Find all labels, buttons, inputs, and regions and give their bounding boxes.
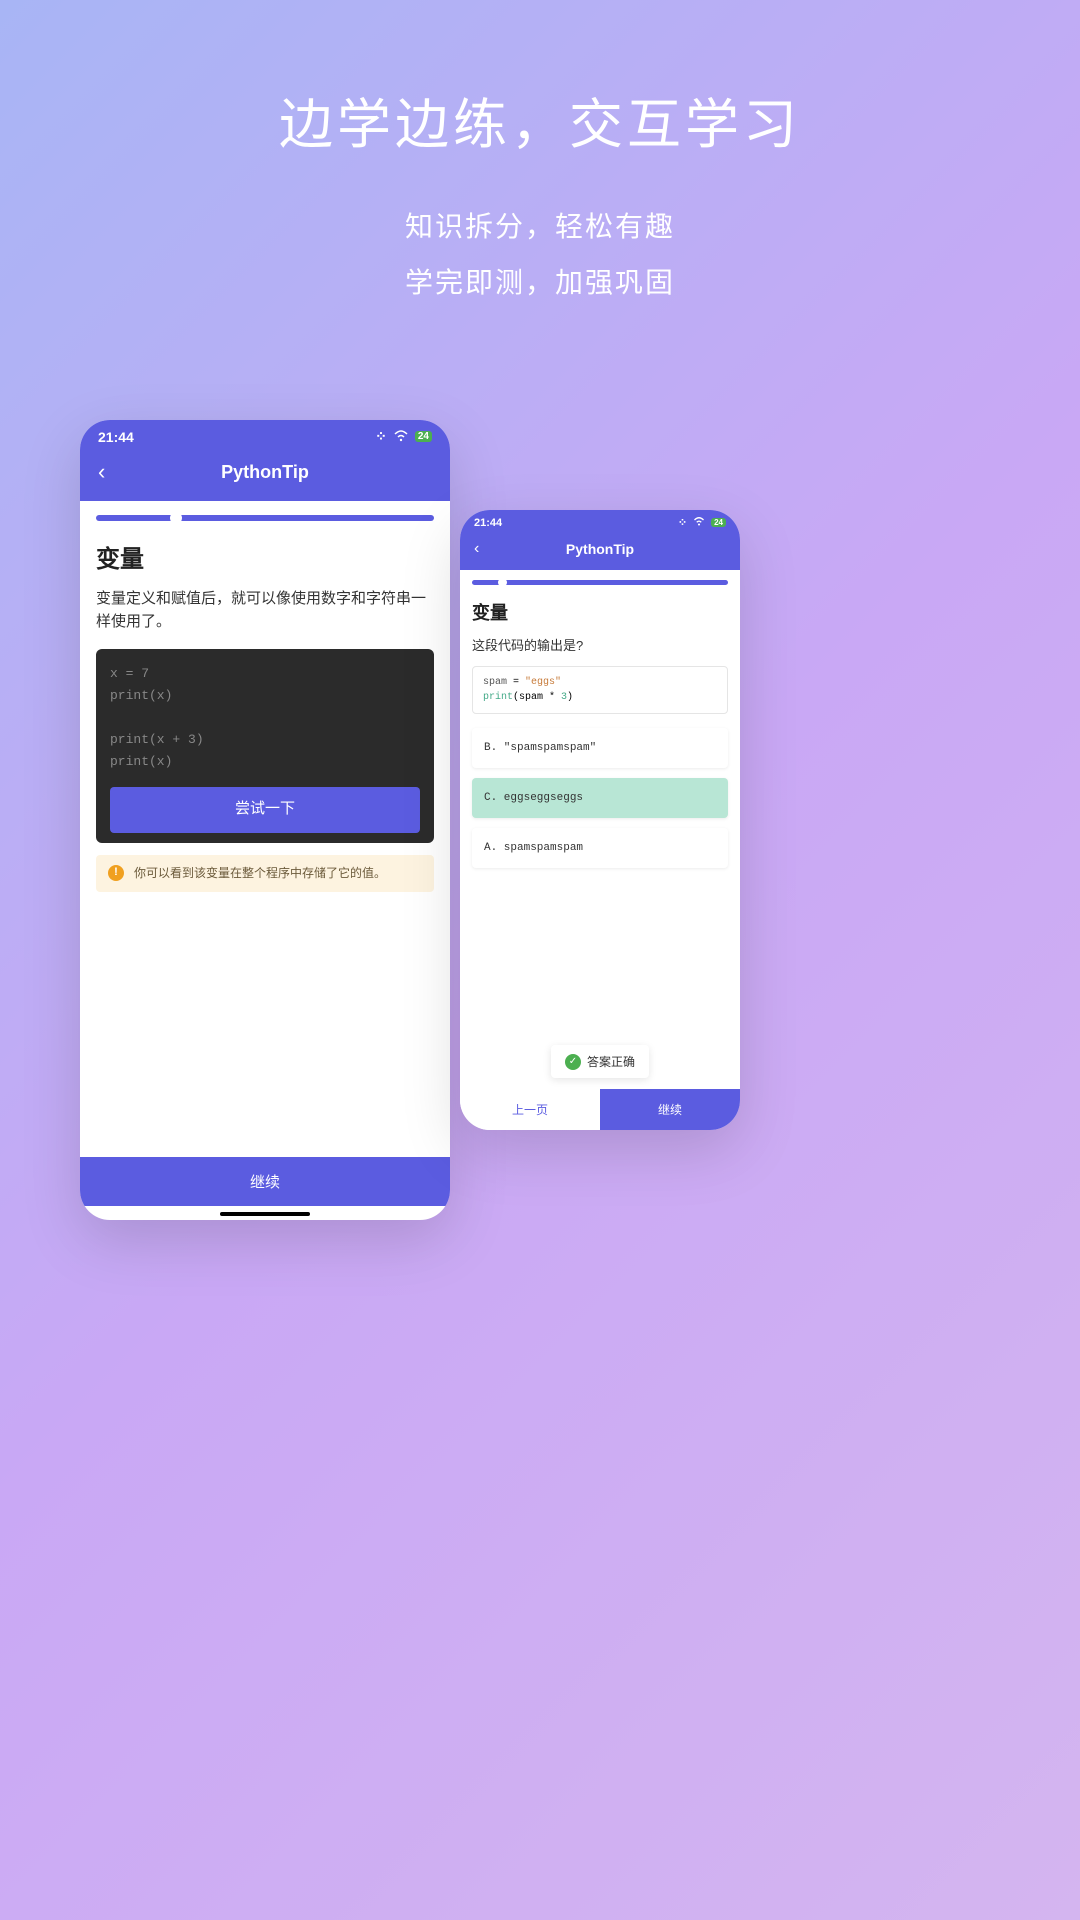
section-description: 变量定义和赋值后，就可以像使用数字和字符串一样使用了。 bbox=[96, 588, 434, 633]
battery-icon: 24 bbox=[711, 518, 726, 527]
battery-icon: 24 bbox=[415, 431, 432, 442]
quiz-content: 变量 这段代码的输出是? spam = "eggs" print(spam * … bbox=[460, 585, 740, 892]
info-icon: ! bbox=[108, 865, 124, 881]
info-text: 你可以看到该变量在整个程序中存储了它的值。 bbox=[134, 865, 386, 882]
section-title: 变量 bbox=[96, 539, 434, 574]
question-text: 这段代码的输出是? bbox=[472, 635, 728, 654]
check-icon: ✓ bbox=[565, 1054, 581, 1070]
wifi-icon bbox=[393, 429, 409, 445]
quiz-option[interactable]: A. spamspamspam bbox=[472, 828, 728, 868]
home-indicator bbox=[220, 1212, 310, 1216]
code-line: print(x) bbox=[110, 688, 172, 703]
info-banner: ! 你可以看到该变量在整个程序中存储了它的值。 bbox=[96, 855, 434, 892]
continue-button[interactable]: 继续 bbox=[80, 1157, 450, 1206]
wifi-icon bbox=[693, 517, 705, 529]
status-icons: ⁘ 24 bbox=[678, 516, 726, 529]
hero-title: 边学边练，交互学习 bbox=[0, 80, 1080, 159]
quiz-option[interactable]: B. "spamspamspam" bbox=[472, 728, 728, 768]
hero-subtitle-1: 知识拆分，轻松有趣 bbox=[0, 199, 1080, 255]
nav-title: PythonTip bbox=[221, 462, 309, 483]
progress-thumb[interactable] bbox=[498, 578, 507, 587]
progress-bar[interactable] bbox=[96, 515, 434, 521]
answer-badge-text: 答案正确 bbox=[587, 1053, 635, 1070]
hero-subtitle-2: 学完即测，加强巩固 bbox=[0, 255, 1080, 311]
bottom-bar: 上一页 继续 bbox=[460, 1089, 740, 1130]
signal-icon: ⁘ bbox=[678, 516, 687, 529]
progress-bar[interactable] bbox=[472, 580, 728, 585]
status-time: 21:44 bbox=[474, 517, 502, 529]
code-line: spam = "eggs" bbox=[483, 675, 717, 690]
code-snippet: spam = "eggs" print(spam * 3) bbox=[472, 666, 728, 714]
answer-correct-badge: ✓ 答案正确 bbox=[551, 1045, 649, 1078]
status-time: 21:44 bbox=[98, 429, 134, 445]
code-line: print(x) bbox=[110, 754, 172, 769]
prev-button[interactable]: 上一页 bbox=[460, 1089, 600, 1130]
nav-bar: ‹ PythonTip bbox=[80, 449, 450, 501]
lesson-content: 变量 变量定义和赋值后，就可以像使用数字和字符串一样使用了。 x = 7 pri… bbox=[80, 521, 450, 910]
back-button[interactable]: ‹ bbox=[474, 540, 479, 558]
nav-bar: ‹ PythonTip bbox=[460, 532, 740, 570]
code-line: print(spam * 3) bbox=[483, 690, 717, 705]
status-bar: 21:44 ⁘ 24 bbox=[460, 510, 740, 532]
phone-header: 21:44 ⁘ 24 ‹ PythonTip bbox=[460, 510, 740, 570]
signal-icon: ⁘ bbox=[375, 428, 387, 445]
phone-mockup-lesson: 21:44 ⁘ 24 ‹ PythonTip 变量 变量定义和赋值后，就可以像使… bbox=[80, 420, 450, 1220]
code-block: x = 7 print(x) print(x + 3) print(x) 尝试一… bbox=[96, 649, 434, 843]
phone-header: 21:44 ⁘ 24 ‹ PythonTip bbox=[80, 420, 450, 501]
try-button[interactable]: 尝试一下 bbox=[110, 787, 420, 833]
code-line: x = 7 bbox=[110, 666, 149, 681]
bottom-bar: 继续 bbox=[80, 1157, 450, 1220]
status-bar: 21:44 ⁘ 24 bbox=[80, 420, 450, 449]
hero-section: 边学边练，交互学习 知识拆分，轻松有趣 学完即测，加强巩固 bbox=[0, 0, 1080, 311]
code-line: print(x + 3) bbox=[110, 732, 204, 747]
phone-mockup-quiz: 21:44 ⁘ 24 ‹ PythonTip 变量 这段代码的输出是? spam… bbox=[460, 510, 740, 1130]
continue-button[interactable]: 继续 bbox=[600, 1089, 740, 1130]
nav-title: PythonTip bbox=[566, 541, 634, 557]
back-button[interactable]: ‹ bbox=[98, 459, 105, 485]
status-icons: ⁘ 24 bbox=[375, 428, 432, 445]
quiz-option-correct[interactable]: C. eggseggseggs bbox=[472, 778, 728, 818]
section-title: 变量 bbox=[472, 599, 728, 625]
